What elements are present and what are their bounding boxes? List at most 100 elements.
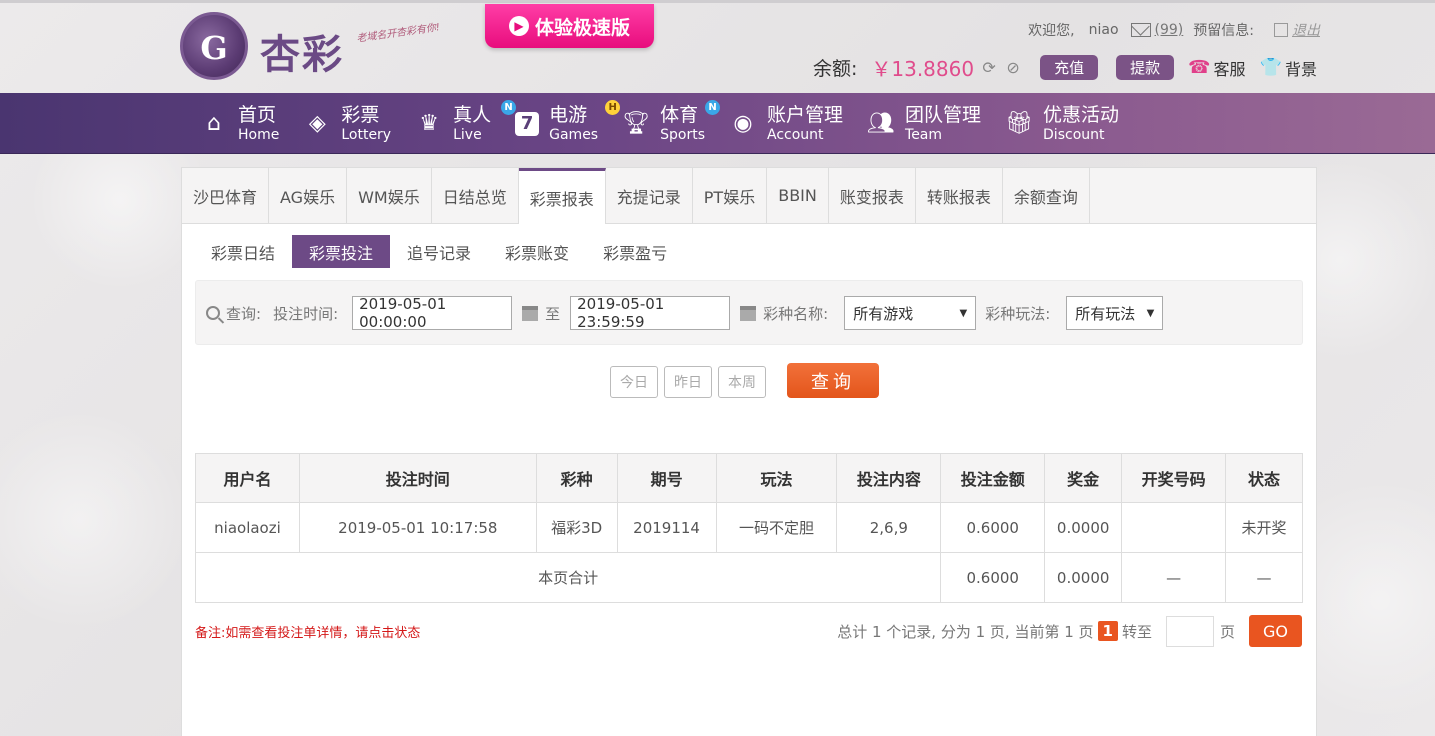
tab-transfer-report[interactable]: 转账报表: [915, 168, 1003, 223]
nav-account[interactable]: ◉ 账户管理 Account: [729, 93, 843, 154]
reserved-info-label: 预留信息:: [1193, 23, 1254, 39]
query-form: 查询: 投注时间: 2019-05-01 00:00:00 至 2019-05-…: [195, 280, 1303, 345]
live-dealer-icon: ♛: [419, 111, 439, 136]
site-logo[interactable]: G 杏彩 老域名开杏彩有你!: [180, 12, 450, 84]
subtab-chase-records[interactable]: 追号记录: [390, 235, 488, 268]
nav-label-cn: 首页: [238, 103, 277, 126]
nav-label-en: Sports: [660, 126, 705, 143]
message-count-link[interactable]: (99): [1155, 22, 1184, 38]
customer-service-link[interactable]: ☎ 客服: [1188, 56, 1245, 80]
tab-pt[interactable]: PT娱乐: [692, 168, 768, 223]
recharge-button[interactable]: 充值: [1040, 55, 1099, 80]
headset-24-icon: ☎: [1188, 57, 1211, 78]
tab-saba-sports[interactable]: 沙巴体育: [182, 168, 270, 223]
cell-issue: 2019114: [616, 502, 717, 553]
cell-bet-amount: 0.6000: [940, 502, 1046, 553]
nav-label-en: Games: [549, 126, 599, 143]
tab-deposit-withdraw[interactable]: 充提记录: [605, 168, 693, 223]
calendar-icon[interactable]: [740, 305, 757, 321]
user-info-line: 欢迎您, niao (99) 预留信息: 退出: [1028, 20, 1320, 40]
refresh-icon[interactable]: ⟳: [980, 58, 998, 77]
col-bet-time: 投注时间: [298, 453, 537, 503]
logo-slogan: 老域名开杏彩有你!: [355, 22, 441, 45]
cell-bet-content: 2,6,9: [836, 502, 942, 553]
sub-tabs: 彩票日结 彩票投注 追号记录 彩票账变 彩票盈亏: [194, 235, 684, 268]
hide-eye-icon[interactable]: ⊘: [1004, 58, 1022, 77]
balance-line: 余额: ￥13.8860 ⟳ ⊘ 充值 提款 ☎ 客服 👕 背景: [813, 53, 1317, 82]
end-time-input[interactable]: 2019-05-01 23:59:59: [570, 295, 731, 331]
this-week-button[interactable]: 本周: [718, 366, 766, 398]
welcome-text: 欢迎您,: [1028, 23, 1075, 39]
site-header: G 杏彩 老域名开杏彩有你! ▶ 体验极速版 欢迎您, niao (99) 预留…: [0, 0, 1435, 93]
pagination: 总计 1 个记录, 分为 1 页, 当前第 1 页 1 转至 页 GO: [837, 615, 1302, 647]
mail-icon[interactable]: [1130, 23, 1151, 37]
col-draw-number: 开奖号码: [1121, 453, 1227, 503]
calendar-icon[interactable]: [522, 305, 539, 321]
nav-live[interactable]: ♛ 真人 Live N: [415, 93, 517, 154]
hot-badge: H: [605, 100, 621, 115]
nav-label-en: Account: [767, 126, 824, 143]
subtab-lottery-bets[interactable]: 彩票投注: [292, 235, 391, 268]
game-name-label: 彩种名称:: [763, 304, 829, 323]
col-issue: 期号: [616, 453, 717, 503]
nav-sports[interactable]: 🏆︎ 体育 Sports N: [622, 93, 721, 154]
nav-discount[interactable]: 🎁︎ 优惠活动 Discount: [1005, 93, 1119, 154]
subtab-lottery-pnl[interactable]: 彩票盈亏: [586, 235, 684, 268]
tab-wm[interactable]: WM娱乐: [347, 168, 432, 223]
nav-label-cn: 体育: [660, 103, 699, 126]
background-link[interactable]: 👕 背景: [1260, 56, 1317, 80]
col-username: 用户名: [195, 453, 300, 503]
username: niao: [1088, 22, 1119, 38]
tab-ag[interactable]: AG娱乐: [269, 168, 348, 223]
subtotal-bonus: 0.0000: [1044, 552, 1123, 603]
lottery-ticket-icon: ◈: [308, 111, 326, 136]
status-link[interactable]: 未开奖: [1225, 502, 1303, 553]
shirt-icon: 👕: [1259, 57, 1282, 78]
go-button[interactable]: GO: [1249, 615, 1302, 647]
subtotal-status: —: [1225, 552, 1303, 603]
nav-games[interactable]: 7 电游 Games H: [515, 93, 621, 154]
subtotal-draw: —: [1121, 552, 1227, 603]
new-badge: N: [705, 100, 721, 115]
subtab-lottery-daily[interactable]: 彩票日结: [194, 235, 292, 268]
bet-time-label: 投注时间:: [273, 304, 339, 323]
report-tabs: 沙巴体育 AG娱乐 WM娱乐 日结总览 彩票报表 充提记录 PT娱乐 BBIN …: [182, 168, 1316, 224]
today-button[interactable]: 今日: [610, 366, 658, 398]
table-header-row: 用户名 投注时间 彩种 期号 玩法 投注内容 投注金额 奖金 开奖号码 状态: [195, 453, 1303, 503]
nav-team[interactable]: 👥︎ 团队管理 Team: [867, 93, 981, 154]
tab-balance-query[interactable]: 余额查询: [1002, 168, 1090, 223]
col-bonus: 奖金: [1044, 453, 1123, 503]
nav-label-en: Team: [905, 126, 943, 143]
main-nav: ⌂ 首页 Home ◈ 彩票 Lottery ♛ 真人 Live N 7 电游 Game…: [0, 93, 1435, 154]
tab-bbin[interactable]: BBIN: [767, 168, 829, 223]
edit-icon[interactable]: [1274, 23, 1288, 37]
nav-label-cn: 团队管理: [905, 103, 982, 126]
nav-home[interactable]: ⌂ 首页 Home: [200, 93, 279, 154]
withdraw-button[interactable]: 提款: [1116, 55, 1175, 80]
logout-link[interactable]: 退出: [1292, 20, 1320, 40]
speed-version-badge[interactable]: ▶ 体验极速版: [485, 4, 654, 48]
nav-label-en: Lottery: [341, 126, 392, 143]
subtab-lottery-changes[interactable]: 彩票账变: [488, 235, 586, 268]
nav-label-cn: 彩票: [341, 103, 380, 126]
nav-lottery[interactable]: ◈ 彩票 Lottery: [303, 93, 391, 154]
dropdown-caret-icon: ▼: [959, 307, 968, 319]
current-page[interactable]: 1: [1097, 621, 1118, 641]
search-button[interactable]: 查询: [787, 363, 879, 398]
col-status: 状态: [1225, 453, 1303, 503]
nav-label-en: Live: [453, 126, 482, 143]
goto-label: 转至: [1121, 622, 1152, 641]
start-time-input[interactable]: 2019-05-01 00:00:00: [352, 295, 513, 331]
tab-daily-overview[interactable]: 日结总览: [431, 168, 519, 223]
col-bet-amount: 投注金额: [940, 453, 1046, 503]
play-icon: ▶: [508, 16, 529, 36]
game-name-select[interactable]: 所有游戏 ▼: [844, 296, 977, 330]
goto-page-input[interactable]: [1165, 615, 1214, 647]
play-select[interactable]: 所有玩法 ▼: [1066, 296, 1164, 330]
tab-account-change[interactable]: 账变报表: [828, 168, 916, 223]
nav-label-cn: 真人: [453, 103, 492, 126]
yesterday-button[interactable]: 昨日: [664, 366, 712, 398]
nav-label-en: Home: [238, 126, 280, 143]
tab-lottery-report[interactable]: 彩票报表: [518, 168, 606, 224]
quick-date-buttons: 今日 昨日 本周: [610, 366, 766, 398]
